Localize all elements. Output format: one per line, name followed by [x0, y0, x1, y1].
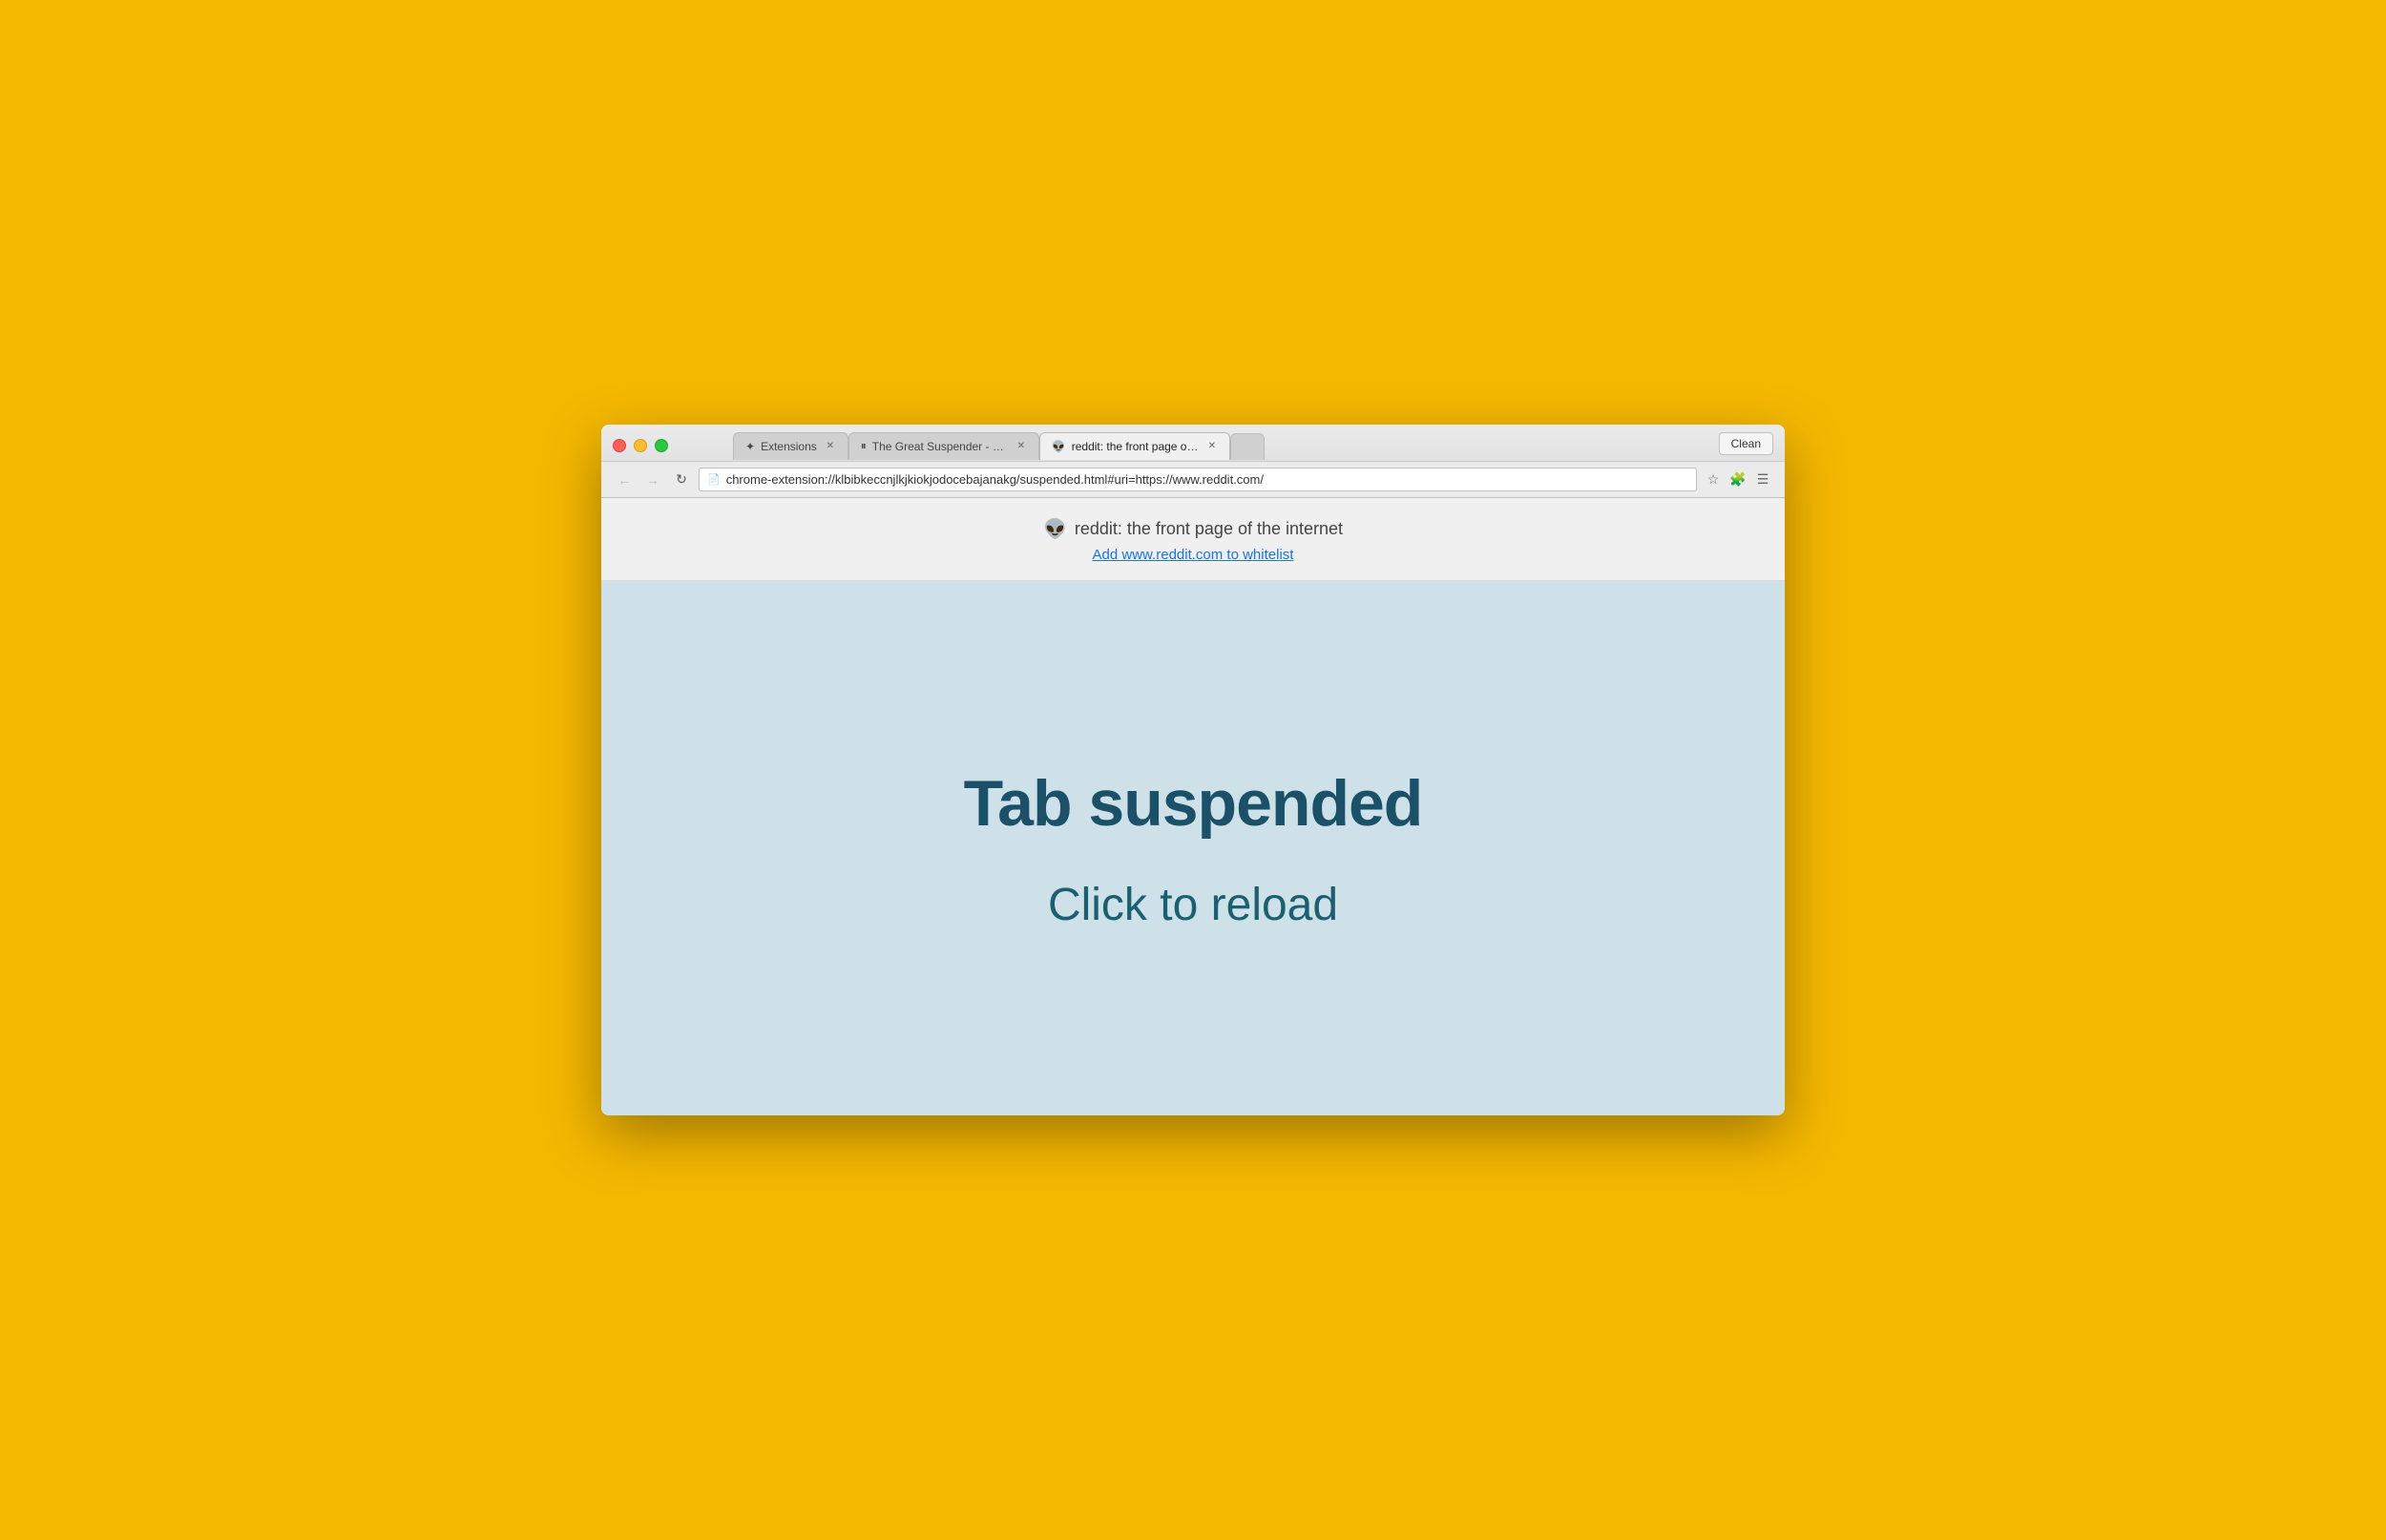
extensions-icon[interactable]: 🧩: [1727, 469, 1748, 490]
suspender-tab-icon: ⏸: [861, 439, 867, 453]
tab-close-reddit[interactable]: ✕: [1204, 439, 1220, 454]
maximize-button[interactable]: [655, 439, 668, 452]
tab-extensions[interactable]: ✦ Extensions ✕: [733, 432, 848, 460]
tab-close-suspender[interactable]: ✕: [1014, 439, 1029, 454]
tab-great-suspender[interactable]: ⏸ The Great Suspender - Ch… ✕: [848, 432, 1039, 460]
menu-icon[interactable]: ☰: [1752, 469, 1773, 490]
tab-reddit[interactable]: 👽 reddit: the front page of th… ✕: [1039, 432, 1230, 460]
close-button[interactable]: [613, 439, 626, 452]
reddit-tab-icon: 👽: [1052, 440, 1066, 453]
tab-close-extensions[interactable]: ✕: [823, 439, 838, 454]
traffic-lights: [613, 439, 668, 452]
minimize-button[interactable]: [634, 439, 647, 452]
reload-icon: ↻: [676, 471, 687, 488]
forward-button[interactable]: →: [641, 468, 664, 491]
reddit-tab-label: reddit: the front page of th…: [1072, 440, 1199, 453]
title-bar-content: ✦ Extensions ✕ ⏸ The Great Suspender - C…: [601, 425, 1785, 461]
tabs-row: ✦ Extensions ✕ ⏸ The Great Suspender - C…: [725, 432, 1272, 460]
new-tab-placeholder: [1230, 433, 1265, 460]
forward-icon: →: [646, 472, 659, 488]
back-icon: ←: [617, 472, 631, 488]
reload-button[interactable]: ↻: [670, 468, 693, 491]
browser-window: ✦ Extensions ✕ ⏸ The Great Suspender - C…: [601, 425, 1785, 1115]
address-bar-actions: ☆ 🧩 ☰: [1703, 469, 1773, 490]
reddit-header-icon: 👽: [1043, 517, 1067, 541]
desktop: ✦ Extensions ✕ ⏸ The Great Suspender - C…: [0, 0, 2386, 1540]
suspended-header: 👽 reddit: the front page of the internet…: [601, 498, 1785, 581]
site-title-text: reddit: the front page of the internet: [1075, 519, 1343, 539]
extensions-tab-icon: ✦: [745, 440, 755, 453]
whitelist-link[interactable]: Add www.reddit.com to whitelist: [601, 547, 1785, 563]
address-bar-row: ← → ↻ 📄 chrome-extension://klbibkeccnjlk…: [601, 461, 1785, 497]
suspended-site-title: 👽 reddit: the front page of the internet: [601, 517, 1785, 541]
click-to-reload-text: Click to reload: [1048, 879, 1338, 931]
url-display: chrome-extension://klbibkeccnjlkjkiokjod…: [726, 472, 1688, 487]
clean-button[interactable]: Clean: [1719, 432, 1773, 455]
suspender-tab-label: The Great Suspender - Ch…: [872, 440, 1008, 453]
title-bar: ✦ Extensions ✕ ⏸ The Great Suspender - C…: [601, 425, 1785, 498]
back-button[interactable]: ←: [613, 468, 636, 491]
extensions-tab-label: Extensions: [761, 440, 817, 453]
star-icon[interactable]: ☆: [1703, 469, 1724, 490]
address-bar[interactable]: 📄 chrome-extension://klbibkeccnjlkjkiokj…: [699, 468, 1697, 491]
tab-suspended-heading: Tab suspended: [964, 766, 1423, 841]
lock-icon: 📄: [707, 473, 721, 486]
suspended-content[interactable]: Tab suspended Click to reload: [601, 581, 1785, 1115]
